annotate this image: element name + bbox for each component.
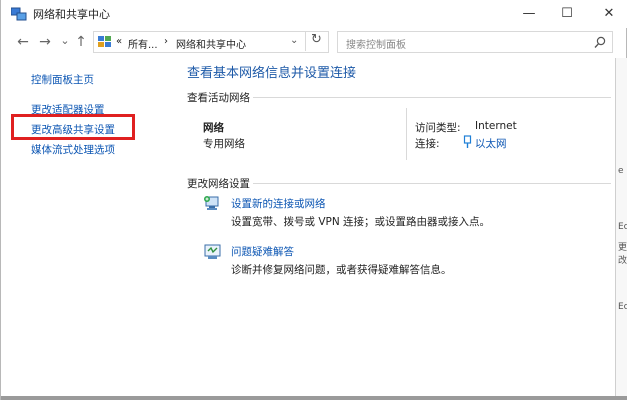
highlight-annotation-box [11,114,135,140]
breadcrumb-separator[interactable]: › [164,36,168,47]
change-settings-heading: 更改网络设置 [187,178,250,190]
address-bar[interactable]: « 所有... › 网络和共享中心 ⌄ [93,31,329,53]
background-text-1: e [618,166,624,176]
setup-new-connection-link[interactable]: 设置新的连接或网络 [231,196,326,211]
active-networks-divider [253,97,611,98]
title-bar: 网络和共享中心 — ☐ ✕ [1,0,627,28]
up-icon[interactable]: ↑ [73,34,89,50]
close-button[interactable]: ✕ [591,0,627,28]
troubleshoot-link[interactable]: 问题疑难解答 [231,244,294,259]
left-pane: 控制面板主页 更改适配器设置 更改高级共享设置 媒体流式处理选项 [1,58,171,400]
network-info-divider [406,108,407,160]
change-settings-divider [253,183,611,184]
control-panel-icon [98,36,112,48]
sidebar-item-control-panel-home[interactable]: 控制面板主页 [31,72,94,87]
window-title: 网络和共享中心 [33,8,110,21]
background-text-3: 更改 [618,243,627,266]
search-icon[interactable] [594,35,606,49]
navigation-bar: ← → ⌄ ↑ « 所有... › 网络和共享中心 ⌄ ↻ 搜索控制面板 [1,28,627,58]
ethernet-icon [463,134,472,153]
breadcrumb-all-items[interactable]: 所有... [128,36,158,51]
search-input[interactable]: 搜索控制面板 [346,36,406,51]
access-type-label: 访问类型: [415,122,461,134]
maximize-button[interactable]: ☐ [549,0,585,28]
page-title: 查看基本网络信息并设置连接 [187,66,357,81]
control-panel-window: 网络和共享中心 — ☐ ✕ ← → ⌄ ↑ « 所有... › 网络和共享中心 … [0,0,627,400]
minimize-button[interactable]: — [511,0,547,28]
troubleshoot-icon [203,242,223,266]
network-name: 网络 [203,122,224,134]
back-icon[interactable]: ← [15,34,31,50]
active-networks-heading: 查看活动网络 [187,92,250,104]
breadcrumb-network-center[interactable]: 网络和共享中心 [176,36,246,51]
background-window-edge: e Ec 更改 Ec [615,58,627,400]
network-type: 专用网络 [203,138,245,150]
ethernet-connection-link[interactable]: 以太网 [475,136,507,151]
background-text-4: Ec [618,302,627,312]
sidebar-item-media-streaming[interactable]: 媒体流式处理选项 [31,142,115,157]
new-connection-icon [203,194,223,218]
network-center-icon [10,6,27,21]
recent-locations-icon[interactable]: ⌄ [57,34,73,47]
forward-icon[interactable]: → [37,34,53,50]
breadcrumb-overflow[interactable]: « [116,36,122,47]
connections-label: 连接: [415,138,440,150]
troubleshoot-desc: 诊断并修复网络问题，或者获得疑难解答信息。 [231,264,452,276]
address-dropdown-icon[interactable]: ⌄ [290,35,298,46]
search-box[interactable]: 搜索控制面板 [337,31,613,53]
access-type-value: Internet [475,120,517,132]
background-text-2: Ec [618,222,627,232]
setup-new-connection-desc: 设置宽带、拨号或 VPN 连接；或设置路由器或接入点。 [231,216,491,228]
refresh-button[interactable]: ↻ [305,31,327,51]
window-bottom-border [1,396,627,400]
